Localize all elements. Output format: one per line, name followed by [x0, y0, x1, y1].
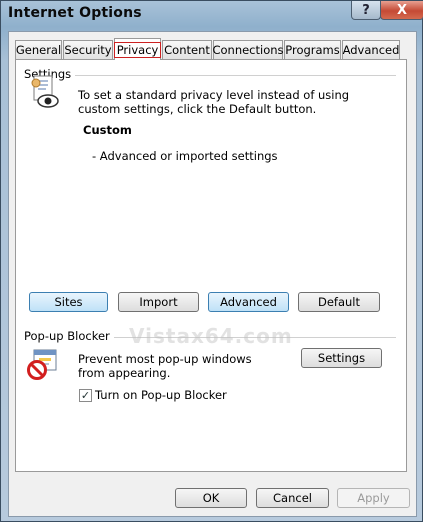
- help-button[interactable]: ?: [351, 1, 381, 20]
- privacy-tab-panel: Settings To set a standard privacy level…: [15, 59, 407, 472]
- privacy-description: To set a standard privacy level instead …: [78, 88, 350, 116]
- popup-blocker-checkbox-label[interactable]: Turn on Pop-up Blocker: [95, 388, 227, 402]
- tab-content[interactable]: Content: [162, 40, 212, 59]
- window-title: Internet Options: [8, 5, 142, 21]
- title-bar[interactable]: Internet Options ? X: [1, 1, 423, 29]
- internet-options-window: Internet Options ? X General Security Pr…: [0, 0, 423, 522]
- privacy-level-detail: - Advanced or imported settings: [92, 149, 278, 163]
- sites-button[interactable]: Sites: [29, 292, 108, 312]
- tab-security[interactable]: Security: [63, 40, 113, 59]
- cancel-button[interactable]: Cancel: [256, 488, 329, 508]
- privacy-level-title: Custom: [83, 123, 132, 137]
- tab-privacy[interactable]: Privacy: [113, 38, 162, 60]
- tab-strip: General Security Privacy Content Connect…: [15, 38, 409, 60]
- popup-blocker-checkbox[interactable]: ✓: [79, 389, 92, 402]
- apply-button[interactable]: Apply: [337, 488, 410, 508]
- dialog-client-area: General Security Privacy Content Connect…: [8, 31, 417, 517]
- advanced-button[interactable]: Advanced: [208, 292, 289, 312]
- popup-blocker-icon: [27, 349, 57, 380]
- tab-connections[interactable]: Connections: [212, 40, 284, 59]
- popup-blocker-description: Prevent most pop-up windows from appeari…: [78, 352, 252, 380]
- tab-programs[interactable]: Programs: [284, 40, 341, 59]
- default-button[interactable]: Default: [298, 292, 380, 312]
- settings-group-line: [71, 75, 396, 76]
- privacy-eye-document-icon: [31, 75, 59, 108]
- tab-advanced[interactable]: Advanced: [342, 40, 400, 59]
- watermark-text: Vistax64.com: [129, 324, 293, 348]
- import-button[interactable]: Import: [118, 292, 199, 312]
- popup-blocker-group-label: Pop-up Blocker: [24, 329, 114, 343]
- tab-general[interactable]: General: [15, 40, 62, 59]
- close-button[interactable]: X: [380, 1, 423, 20]
- popup-settings-button[interactable]: Settings: [301, 348, 382, 368]
- ok-button[interactable]: OK: [175, 488, 247, 508]
